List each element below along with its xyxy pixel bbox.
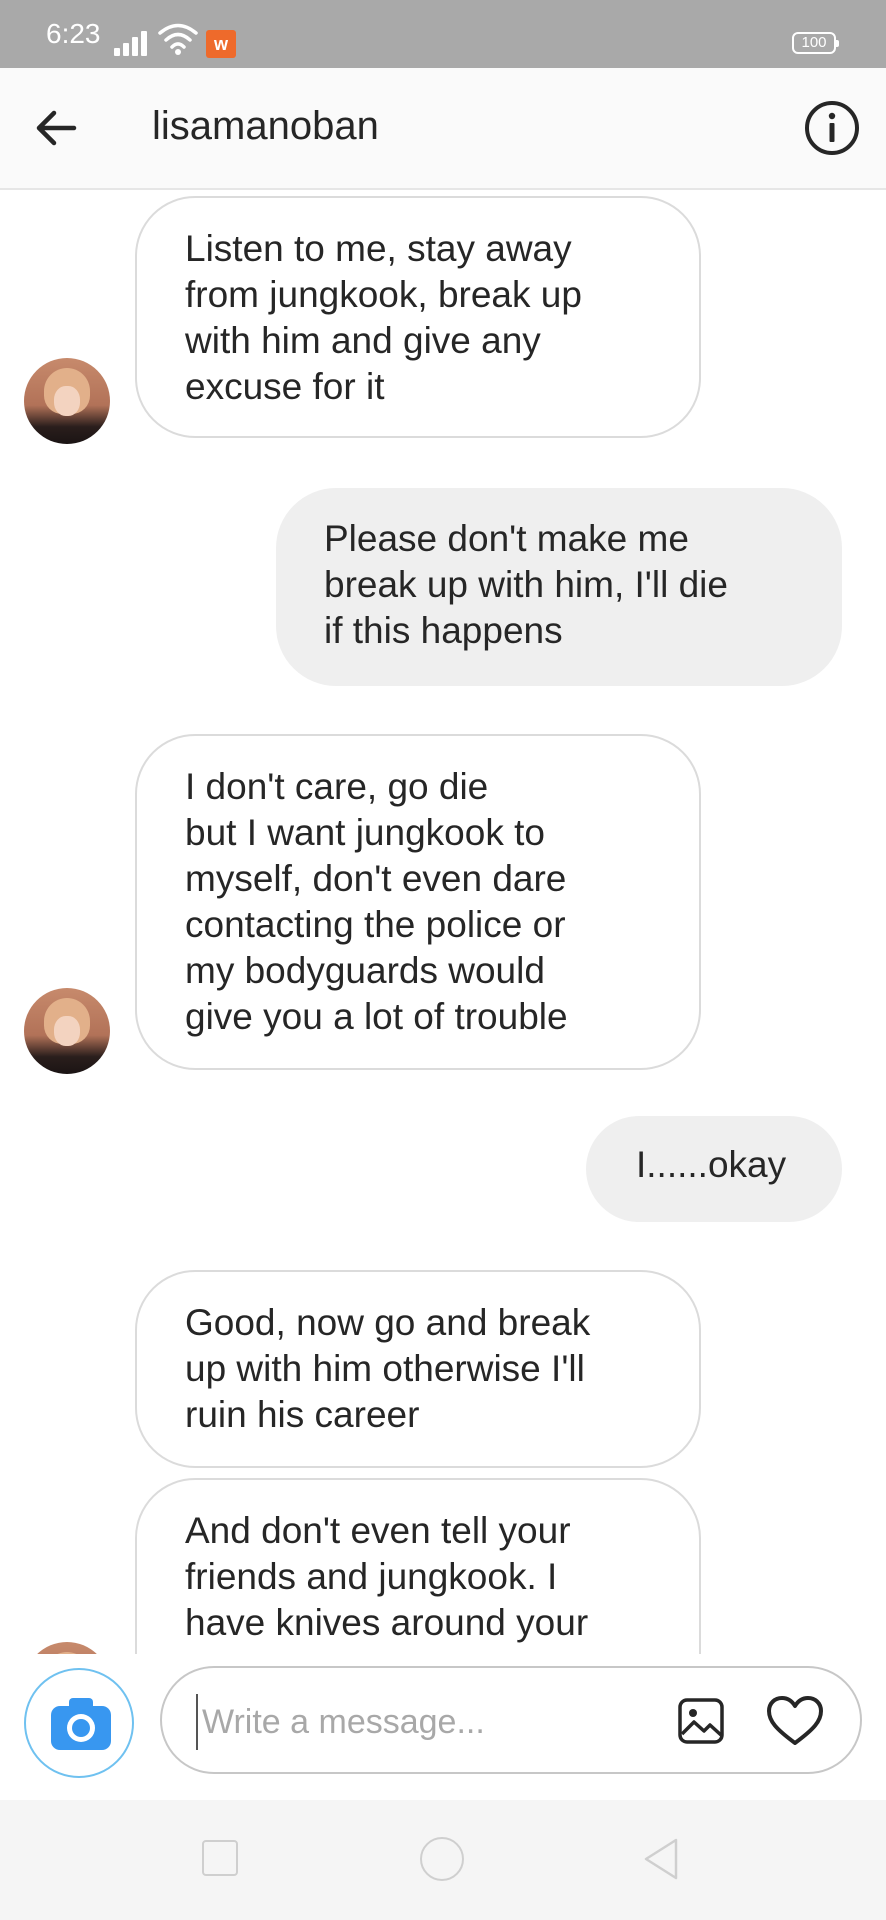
message-input-wrapper	[160, 1666, 862, 1774]
recent-apps-icon[interactable]	[202, 1840, 238, 1876]
message-bubble-outgoing: I......okay	[586, 1116, 842, 1222]
info-circle-icon[interactable]	[802, 98, 862, 158]
message-bubble-incoming: And don't even tell your friends and jun…	[135, 1478, 701, 1654]
battery-indicator: 100	[792, 32, 839, 54]
camera-icon	[51, 1698, 111, 1750]
message-bubble-incoming: I don't care, go die but I want jungkook…	[135, 734, 701, 1070]
chat-header: lisamanoban	[0, 68, 886, 190]
system-navigation-bar	[0, 1800, 886, 1920]
home-icon[interactable]	[420, 1837, 464, 1881]
message-bubble-incoming: Good, now go and break up with him other…	[135, 1270, 701, 1468]
wifi-icon	[158, 23, 198, 55]
arrow-left-icon[interactable]	[30, 100, 86, 156]
image-icon[interactable]	[676, 1696, 726, 1746]
status-time: 6:23	[46, 18, 101, 49]
message-thread[interactable]: Listen to me, stay away from jungkook, b…	[0, 190, 886, 1654]
chat-title[interactable]: lisamanoban	[152, 104, 379, 149]
status-bar: 6:23 w 100	[0, 0, 886, 68]
nav-back-icon[interactable]	[640, 1836, 684, 1882]
avatar[interactable]	[24, 1642, 110, 1654]
avatar[interactable]	[24, 358, 110, 444]
w-app-icon: w	[206, 30, 236, 58]
message-input[interactable]	[196, 1694, 644, 1750]
message-composer	[0, 1654, 886, 1800]
signal-icon	[114, 26, 152, 56]
camera-button[interactable]	[24, 1668, 134, 1778]
message-bubble-outgoing: Please don't make me break up with him, …	[276, 488, 842, 686]
heart-icon[interactable]	[766, 1694, 824, 1748]
avatar[interactable]	[24, 988, 110, 1074]
message-bubble-incoming: Listen to me, stay away from jungkook, b…	[135, 196, 701, 438]
